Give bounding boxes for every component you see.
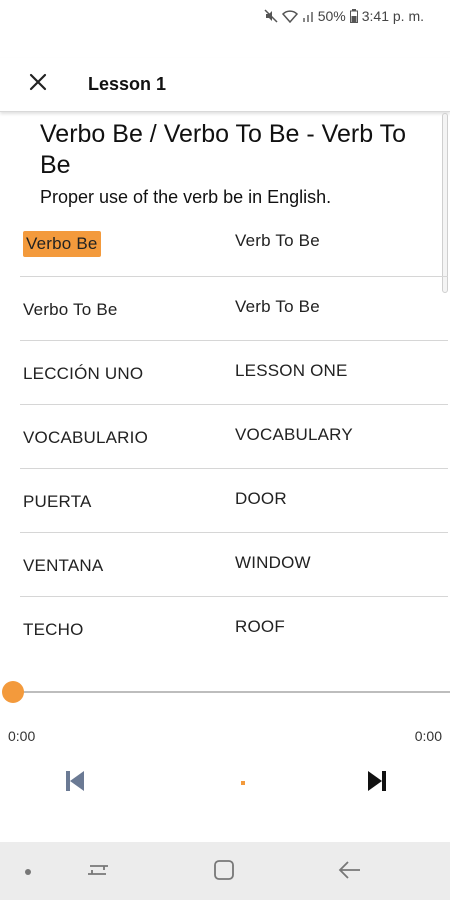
phrase-spanish: VOCABULARIO xyxy=(23,428,149,447)
nav-dot-icon xyxy=(24,863,32,881)
play-icon xyxy=(241,781,245,785)
home-button[interactable] xyxy=(210,858,238,886)
phrase-english: ROOF xyxy=(235,617,285,636)
phrase-row[interactable]: Verbo To Be Verb To Be xyxy=(20,277,448,341)
progress-track[interactable] xyxy=(12,691,450,693)
phrase-spanish: LECCIÓN UNO xyxy=(23,364,144,383)
close-icon xyxy=(29,73,47,96)
phrase-list: Verbo Be Verb To Be Verbo To Be Verb To … xyxy=(20,213,448,661)
phrase-row[interactable]: PUERTA DOOR xyxy=(20,469,448,533)
phrase-spanish-highlighted: Verbo Be xyxy=(23,231,101,257)
progress-thumb[interactable] xyxy=(2,681,24,703)
lesson-content[interactable]: Verbo Be / Verbo To Be - Verb To Be Prop… xyxy=(0,113,450,663)
next-button[interactable] xyxy=(362,768,392,798)
back-button[interactable] xyxy=(336,858,364,886)
phrase-spanish: PUERTA xyxy=(23,492,92,511)
recents-button[interactable] xyxy=(84,858,112,886)
mute-icon xyxy=(264,9,278,23)
phrase-spanish: VENTANA xyxy=(23,556,104,575)
battery-icon xyxy=(349,9,358,23)
phrase-english: WINDOW xyxy=(235,553,311,572)
phrase-row[interactable]: TECHO ROOF xyxy=(20,597,448,661)
previous-button[interactable] xyxy=(60,768,90,798)
phrase-row[interactable]: VENTANA WINDOW xyxy=(20,533,448,597)
close-button[interactable] xyxy=(16,63,60,107)
phrase-english: DOOR xyxy=(235,489,287,508)
phrase-spanish: TECHO xyxy=(23,620,84,639)
lesson-subtitle: Proper use of the verb be in English. xyxy=(40,187,332,207)
phrase-row[interactable]: VOCABULARIO VOCABULARY xyxy=(20,405,448,469)
app-bar: Lesson 1 xyxy=(0,58,450,112)
battery-percent: 50% xyxy=(317,8,346,24)
phrase-english: VOCABULARY xyxy=(235,425,353,444)
phrase-row[interactable]: Verbo Be Verb To Be xyxy=(20,213,448,277)
phrase-english: Verb To Be xyxy=(235,231,320,250)
status-bar: 50% 3:41 p. m. xyxy=(0,0,450,32)
skip-next-icon xyxy=(367,770,387,797)
phrase-row[interactable]: LECCIÓN UNO LESSON ONE xyxy=(20,341,448,405)
signal-icon xyxy=(302,9,314,23)
phrase-spanish: Verbo To Be xyxy=(23,300,118,319)
page-title: Lesson 1 xyxy=(88,74,167,94)
phrase-english: LESSON ONE xyxy=(235,361,348,380)
status-time: 3:41 p. m. xyxy=(361,8,424,24)
audio-player: 0:00 0:00 xyxy=(0,672,450,812)
phrase-english: Verb To Be xyxy=(235,297,320,316)
home-icon xyxy=(212,858,236,887)
skip-previous-icon xyxy=(65,770,85,797)
back-icon xyxy=(338,860,362,885)
recents-icon xyxy=(86,860,110,885)
system-nav-bar xyxy=(0,842,450,900)
play-button[interactable] xyxy=(228,768,258,798)
current-time: 0:00 xyxy=(8,728,36,744)
total-time: 0:00 xyxy=(414,728,442,744)
wifi-icon xyxy=(281,9,298,23)
lesson-title: Verbo Be / Verbo To Be - Verb To Be xyxy=(40,120,406,179)
nav-dot-button[interactable] xyxy=(14,858,42,886)
